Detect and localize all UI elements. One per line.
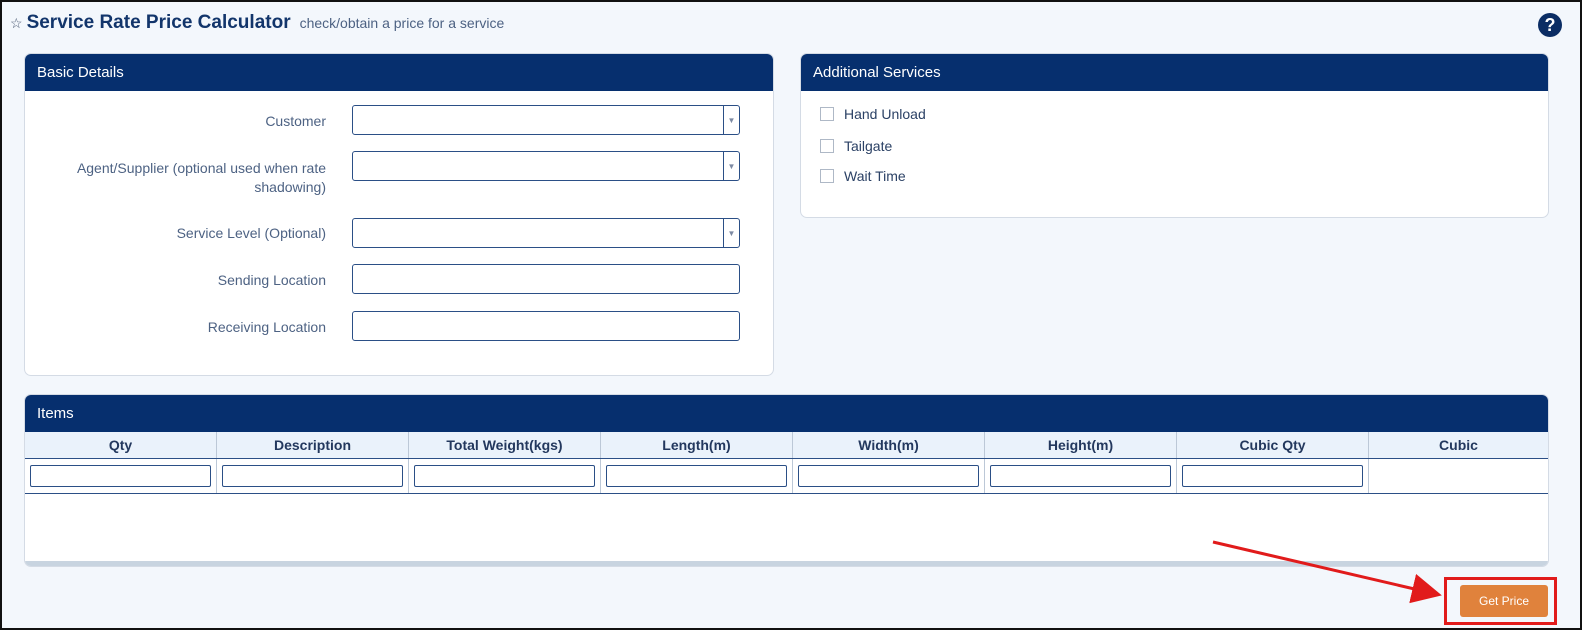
width-input[interactable] bbox=[798, 465, 979, 487]
qty-input[interactable] bbox=[30, 465, 211, 487]
basic-details-header: Basic Details bbox=[25, 54, 773, 91]
tailgate-option[interactable]: Tailgate bbox=[820, 138, 892, 154]
sending-location-input[interactable] bbox=[352, 264, 740, 294]
length-cell bbox=[600, 458, 793, 494]
items-table: Qty Description Total Weight(kgs) Length… bbox=[25, 432, 1548, 494]
description-input[interactable] bbox=[222, 465, 403, 487]
column-header-cubic-qty: Cubic Qty bbox=[1176, 432, 1369, 459]
height-cell bbox=[984, 458, 1177, 494]
column-header-total-weight: Total Weight(kgs) bbox=[408, 432, 601, 459]
cubic-cell bbox=[1368, 458, 1548, 494]
chevron-down-icon[interactable]: ▼ bbox=[723, 152, 739, 180]
receiving-location-label: Receiving Location bbox=[207, 319, 326, 335]
chevron-down-icon[interactable]: ▼ bbox=[723, 106, 739, 134]
help-icon[interactable]: ? bbox=[1538, 13, 1562, 37]
service-level-select[interactable]: ▼ bbox=[352, 218, 740, 248]
page-title: Service Rate Price Calculator bbox=[26, 12, 291, 33]
sending-location-label: Sending Location bbox=[217, 272, 326, 288]
total-weight-input[interactable] bbox=[414, 465, 595, 487]
hand-unload-option[interactable]: Hand Unload bbox=[820, 106, 926, 122]
table-header-row: Qty Description Total Weight(kgs) Length… bbox=[25, 432, 1548, 459]
service-level-label: Service Level (Optional) bbox=[176, 225, 326, 241]
items-panel: Items Qty Description Total Weight(kgs) … bbox=[24, 394, 1549, 567]
column-header-cubic: Cubic bbox=[1368, 432, 1548, 459]
page: ☆ Service Rate Price Calculator check/ob… bbox=[0, 0, 1582, 630]
additional-services-panel: Additional Services Hand Unload Tailgate… bbox=[800, 53, 1549, 218]
items-scrollbar[interactable] bbox=[25, 561, 1548, 566]
column-header-description: Description bbox=[216, 432, 409, 459]
hand-unload-checkbox[interactable] bbox=[820, 107, 834, 121]
total-weight-cell bbox=[408, 458, 601, 494]
additional-services-header: Additional Services bbox=[801, 54, 1548, 91]
page-header: ☆ Service Rate Price Calculator check/ob… bbox=[10, 10, 504, 36]
customer-select[interactable]: ▼ bbox=[352, 105, 740, 135]
column-header-length: Length(m) bbox=[600, 432, 793, 459]
hand-unload-label: Hand Unload bbox=[844, 106, 926, 122]
agent-supplier-select[interactable]: ▼ bbox=[352, 151, 740, 181]
cubic-qty-cell bbox=[1176, 458, 1369, 494]
height-input[interactable] bbox=[990, 465, 1171, 487]
description-cell bbox=[216, 458, 409, 494]
column-header-height: Height(m) bbox=[984, 432, 1177, 459]
column-header-qty: Qty bbox=[25, 432, 217, 459]
basic-details-panel: Basic Details Customer ▼ Agent/Supplier … bbox=[24, 53, 774, 376]
width-cell bbox=[792, 458, 985, 494]
star-icon[interactable]: ☆ bbox=[10, 15, 23, 32]
customer-label: Customer bbox=[265, 113, 326, 129]
wait-time-checkbox[interactable] bbox=[820, 169, 834, 183]
wait-time-label: Wait Time bbox=[844, 168, 906, 184]
tailgate-checkbox[interactable] bbox=[820, 139, 834, 153]
column-header-width: Width(m) bbox=[792, 432, 985, 459]
get-price-button[interactable]: Get Price bbox=[1460, 585, 1548, 617]
wait-time-option[interactable]: Wait Time bbox=[820, 168, 906, 184]
page-subtitle: check/obtain a price for a service bbox=[299, 15, 505, 31]
items-header: Items bbox=[25, 395, 1548, 432]
length-input[interactable] bbox=[606, 465, 787, 487]
tailgate-label: Tailgate bbox=[844, 138, 893, 154]
cubic-qty-input[interactable] bbox=[1182, 465, 1363, 487]
agent-supplier-label: Agent/Supplier (optional used when rate … bbox=[76, 160, 326, 195]
qty-cell bbox=[25, 458, 217, 494]
chevron-down-icon[interactable]: ▼ bbox=[723, 219, 739, 247]
receiving-location-input[interactable] bbox=[352, 311, 740, 341]
table-row bbox=[25, 458, 1548, 494]
